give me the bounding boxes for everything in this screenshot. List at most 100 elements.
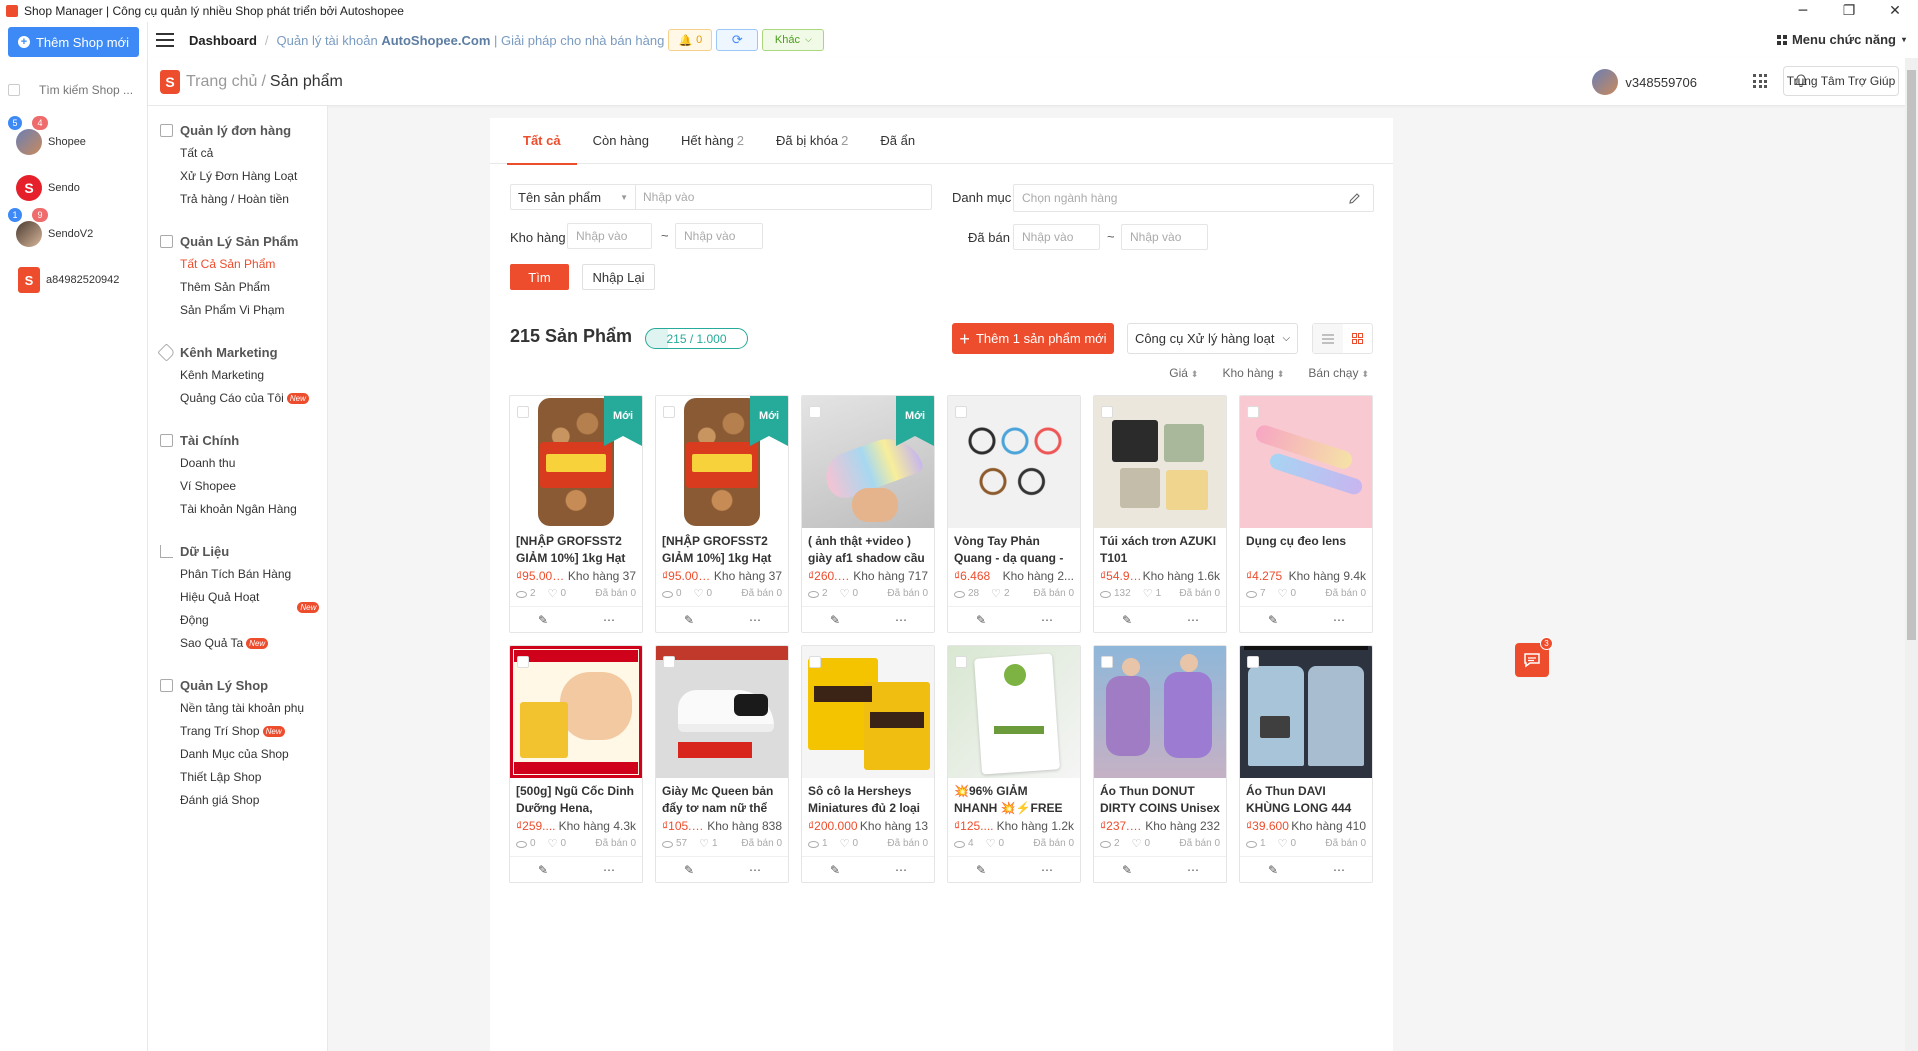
help-center-button[interactable]: Trung Tâm Trợ Giúp <box>1783 66 1899 96</box>
tab-all[interactable]: Tất cả <box>507 118 577 165</box>
more-options-icon[interactable]: ⋯ <box>576 857 642 882</box>
product-card[interactable]: [500g] Ngũ Cốc Dinh Dưỡng Hena, 100%...₫… <box>509 645 643 883</box>
more-options-icon[interactable]: ⋯ <box>1160 607 1226 632</box>
menu-item-my-ads[interactable]: Quảng Cáo của Tôi New <box>160 387 309 410</box>
edit-icon[interactable]: ✎ <box>948 607 1014 632</box>
menu-item-violations[interactable]: Sản Phẩm Vi Phạm <box>160 299 298 322</box>
product-checkbox[interactable] <box>1101 406 1113 418</box>
product-name[interactable]: Áo Thun DONUT DIRTY COINS Unisex <box>1094 783 1226 817</box>
menu-item-performance-2[interactable]: Động <box>160 609 319 632</box>
edit-icon[interactable]: ✎ <box>1094 607 1160 632</box>
user-menu[interactable]: v348559706 <box>1592 69 1697 95</box>
more-options-icon[interactable]: ⋯ <box>576 607 642 632</box>
product-checkbox[interactable] <box>955 406 967 418</box>
product-checkbox[interactable] <box>517 656 529 668</box>
sold-min-input[interactable]: Nhập vào <box>1013 224 1100 250</box>
product-card[interactable]: Mới ( ảnh thật +video ) giày af1 shadow c… <box>801 395 935 633</box>
edit-icon[interactable]: ✎ <box>656 857 722 882</box>
product-name[interactable]: [500g] Ngũ Cốc Dinh Dưỡng Hena, 100%... <box>510 783 642 817</box>
menu-item-bank-account[interactable]: Tài khoản Ngân Hàng <box>160 498 297 521</box>
product-card[interactable]: Áo Thun DAVI KHÙNG LONG 444 Unisex₫39.60… <box>1239 645 1373 883</box>
product-name[interactable]: Sô cô la Hersheys Miniatures đủ 2 loại (… <box>802 783 934 817</box>
product-image[interactable]: Mới <box>802 396 934 528</box>
product-card[interactable]: Túi xách trơn AZUKI T101 ₫54.900 Kho hàng … <box>1093 395 1227 633</box>
menu-item-sales-analytics[interactable]: Phân Tích Bán Hàng <box>160 563 319 586</box>
product-image[interactable] <box>948 646 1080 778</box>
add-product-button[interactable]: + Thêm 1 sản phẩm mới <box>952 323 1114 354</box>
apps-grid-icon[interactable] <box>1753 74 1767 88</box>
product-image[interactable] <box>1240 396 1372 528</box>
menu-item-shop-categories[interactable]: Danh Mục của Shop <box>160 743 304 766</box>
maximize-icon[interactable]: ❐ <box>1826 0 1872 22</box>
product-card[interactable]: Sô cô la Hersheys Miniatures đủ 2 loại (… <box>801 645 935 883</box>
more-options-icon[interactable]: ⋯ <box>1306 857 1372 882</box>
product-card[interactable]: Mới [NHẬP GROFSST2 GIẢM 10%] 1kg Hạt Điều… <box>509 395 643 633</box>
more-options-icon[interactable]: ⋯ <box>1306 607 1372 632</box>
tab-locked[interactable]: Đã bị khóa 2 <box>760 118 864 164</box>
product-card[interactable]: Giày Mc Queen bản đẩy tơ nam nữ thể thao… <box>655 645 789 883</box>
breadcrumb-home[interactable]: Trang chủ <box>186 73 257 91</box>
product-card[interactable]: 💥96% GIẢM NHANH 💥⚡FREE SHIP - ...₫125...… <box>947 645 1081 883</box>
product-checkbox[interactable] <box>517 406 529 418</box>
product-card[interactable]: Mới [NHẬP GROFSST2 GIẢM 10%] 1kg Hạt Điều… <box>655 395 789 633</box>
sort-sales[interactable]: Bán chạy ⬍ <box>1296 366 1369 380</box>
product-image[interactable] <box>802 646 934 778</box>
product-name[interactable]: [NHẬP GROFSST2 GIẢM 10%] 1kg Hạt Điều <box>510 533 642 567</box>
product-name[interactable]: ( ảnh thật +video ) giày af1 shadow cầu … <box>802 533 934 567</box>
product-name[interactable]: [NHẬP GROFSST2 GIẢM 10%] 1kg Hạt Điều <box>656 533 788 567</box>
product-name[interactable]: 💥96% GIẢM NHANH 💥⚡FREE SHIP - ... <box>948 783 1080 817</box>
product-image[interactable] <box>656 646 788 778</box>
menu-item-revenue[interactable]: Doanh thu <box>160 452 297 475</box>
product-checkbox[interactable] <box>663 406 675 418</box>
menu-function-button[interactable]: Menu chức năng ▾ <box>1776 32 1906 47</box>
minimize-icon[interactable]: ─ <box>1780 0 1826 22</box>
select-all-checkbox[interactable] <box>8 84 20 96</box>
grid-view-icon[interactable] <box>1343 324 1373 353</box>
shop-item-sendo[interactable]: S Sendo <box>8 168 142 208</box>
sort-stock[interactable]: Kho hàng ⬍ <box>1210 366 1284 380</box>
menu-item-returns[interactable]: Trả hàng / Hoàn tiền <box>160 188 297 211</box>
scrollbar-thumb[interactable] <box>1907 70 1916 640</box>
edit-icon[interactable]: ✎ <box>510 607 576 632</box>
stock-max-input[interactable]: Nhập vào <box>675 223 763 249</box>
more-options-icon[interactable]: ⋯ <box>868 857 934 882</box>
product-checkbox[interactable] <box>809 406 821 418</box>
menu-item-performance[interactable]: Hiệu Quả HoạtNew <box>160 586 320 614</box>
tab-hidden[interactable]: Đã ẩn <box>864 118 931 164</box>
sort-price[interactable]: Giá ⬍ <box>1157 366 1198 380</box>
shop-item-a84982520942[interactable]: S a84982520942 <box>8 260 142 300</box>
edit-icon[interactable]: ✎ <box>656 607 722 632</box>
product-image[interactable]: Mới <box>656 396 788 528</box>
product-checkbox[interactable] <box>955 656 967 668</box>
product-checkbox[interactable] <box>1247 406 1259 418</box>
bulk-tool-dropdown[interactable]: Công cụ Xử lý hàng loạt ⌵ <box>1127 323 1298 354</box>
tab-out-of-stock[interactable]: Hết hàng 2 <box>665 118 760 164</box>
product-image[interactable] <box>510 646 642 778</box>
product-name[interactable]: Áo Thun DAVI KHÙNG LONG 444 Unisex <box>1240 783 1372 817</box>
menu-item-shop-settings[interactable]: Thiết Lập Shop <box>160 766 304 789</box>
product-image[interactable]: Mới <box>510 396 642 528</box>
shop-search-input[interactable] <box>39 83 139 97</box>
page-scrollbar[interactable] <box>1905 58 1918 1051</box>
shop-item-shopee[interactable]: 5 4 Shopee <box>8 116 142 162</box>
edit-icon[interactable]: ✎ <box>948 857 1014 882</box>
edit-icon[interactable]: ✎ <box>802 607 868 632</box>
list-view-icon[interactable] <box>1313 324 1343 353</box>
product-name[interactable]: Túi xách trơn AZUKI T101 <box>1094 533 1226 567</box>
menu-item-all-orders[interactable]: Tất cả <box>160 142 297 165</box>
edit-icon[interactable]: ✎ <box>510 857 576 882</box>
product-card[interactable]: Áo Thun DONUT DIRTY COINS Unisex ₫237.600… <box>1093 645 1227 883</box>
menu-item-bulk-orders[interactable]: Xử Lý Đơn Hàng Loạt <box>160 165 297 188</box>
product-checkbox[interactable] <box>1101 656 1113 668</box>
menu-item-shop-reviews[interactable]: Đánh giá Shop <box>160 789 304 812</box>
product-checkbox[interactable] <box>1247 656 1259 668</box>
more-options-icon[interactable]: ⋯ <box>722 607 788 632</box>
stock-min-input[interactable]: Nhập vào <box>567 223 652 249</box>
product-checkbox[interactable] <box>663 656 675 668</box>
menu-item-decorate-shop[interactable]: Trang Trí Shop New <box>160 720 304 743</box>
product-checkbox[interactable] <box>809 656 821 668</box>
menu-item-stars[interactable]: Sao Quả Ta New <box>160 632 319 655</box>
more-dropdown[interactable]: Khác ⌵ <box>762 29 825 51</box>
product-card[interactable]: Vòng Tay Phản Quang - dạ quang - kim tuy… <box>947 395 1081 633</box>
close-icon[interactable]: ✕ <box>1872 0 1918 22</box>
